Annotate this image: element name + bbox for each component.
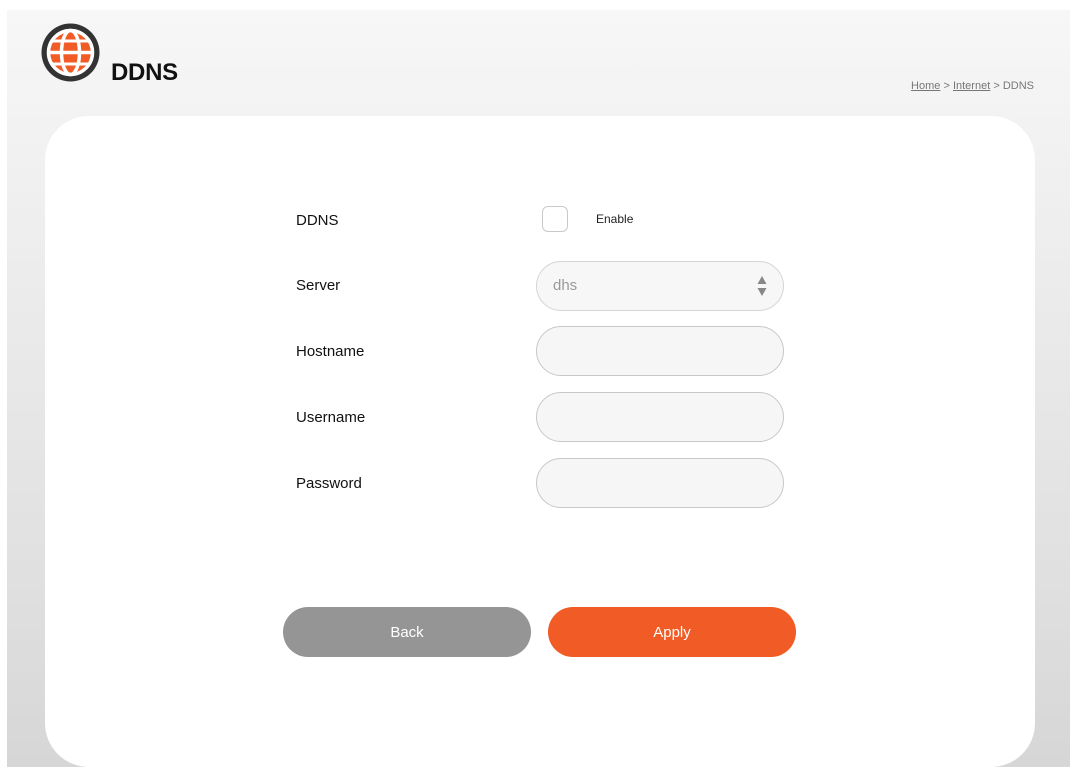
breadcrumb-home-link[interactable]: Home xyxy=(911,80,940,92)
breadcrumb-current: DDNS xyxy=(1002,80,1034,92)
globe-icon xyxy=(41,23,100,82)
settings-card xyxy=(45,116,1035,767)
ddns-label: DDNS xyxy=(296,212,339,229)
breadcrumb-separator: > xyxy=(943,80,950,92)
breadcrumb: Home > Internet > DDNS xyxy=(911,80,1034,92)
password-label: Password xyxy=(296,475,362,492)
server-label: Server xyxy=(296,277,341,294)
breadcrumb-internet-link[interactable]: Internet xyxy=(953,80,990,92)
hostname-input[interactable] xyxy=(536,326,784,376)
username-label: Username xyxy=(296,409,366,426)
enable-label: Enable xyxy=(596,212,634,226)
apply-button[interactable]: Apply xyxy=(548,607,796,657)
breadcrumb-separator: > xyxy=(993,80,1000,92)
server-select-value: dhs xyxy=(553,277,578,294)
password-input[interactable] xyxy=(536,458,784,508)
hostname-label: Hostname xyxy=(296,343,365,360)
page-title: DDNS xyxy=(111,59,178,86)
server-select[interactable]: dhs xyxy=(536,261,784,311)
back-button[interactable]: Back xyxy=(283,607,531,657)
enable-checkbox[interactable] xyxy=(542,206,568,232)
select-arrows-icon xyxy=(757,276,767,296)
username-input[interactable] xyxy=(536,392,784,442)
